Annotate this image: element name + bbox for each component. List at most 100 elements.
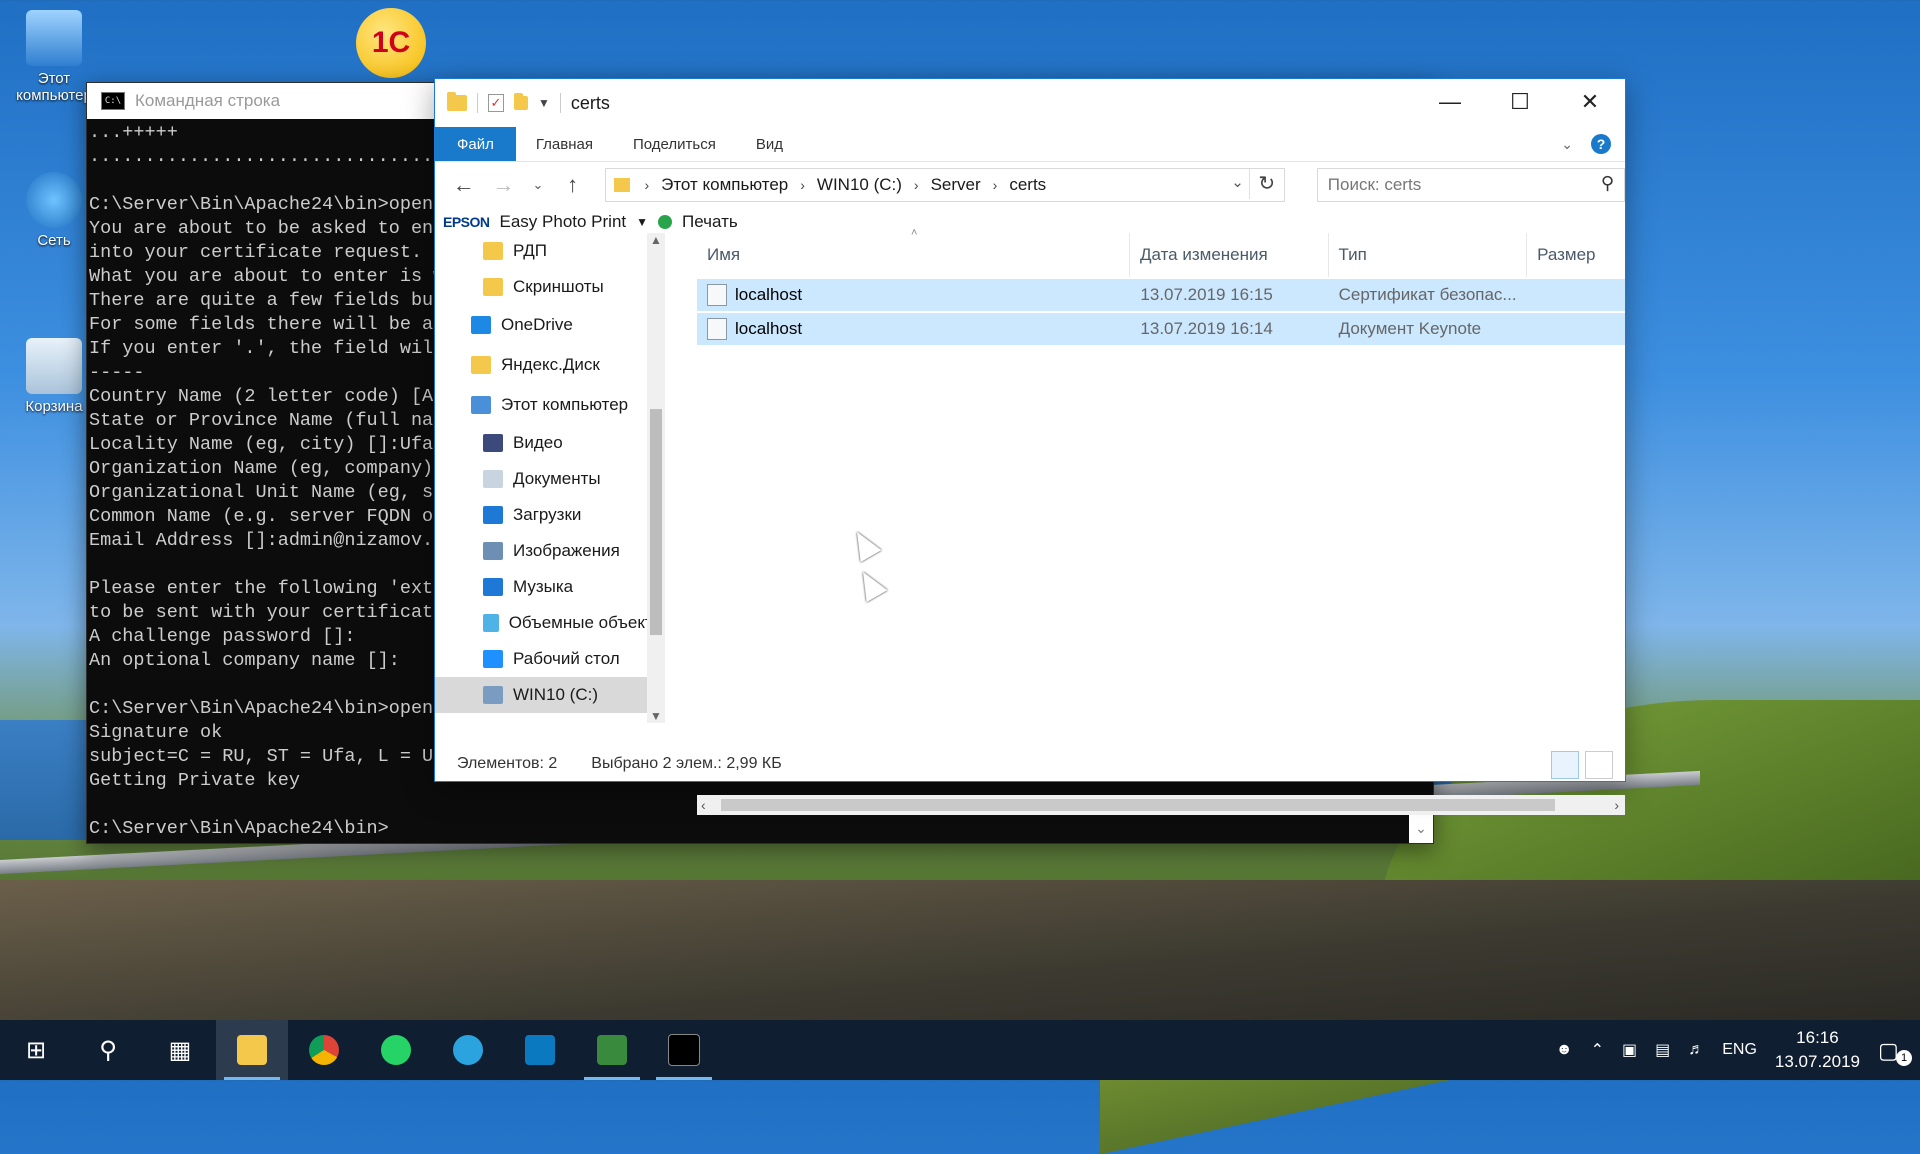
windows-logo-icon: ⊞ [25,1036,47,1064]
nav-item-label: Видео [513,433,563,452]
tab-file[interactable]: Файл [435,127,516,161]
horizontal-scrollbar[interactable]: ‹ › [697,795,1625,815]
file-type: Документ Keynote [1338,319,1482,338]
properties-icon[interactable]: ✓ [488,94,504,112]
column-size[interactable]: Размер [1527,233,1625,277]
volume-icon[interactable]: ♬ [1688,1041,1704,1059]
nav-item[interactable]: РДП [435,233,665,269]
epson-logo: EPSON [443,214,490,230]
language-indicator[interactable]: ENG [1722,1041,1757,1059]
taskbar-whatsapp[interactable] [360,1020,432,1080]
up-arrow-icon[interactable]: ↑ [556,172,590,198]
nav-item-label: Рабочий стол [513,649,620,668]
breadcrumb-certs[interactable]: certs [1003,175,1052,195]
expand-ribbon-icon[interactable]: ⌄ [1561,136,1573,153]
column-name[interactable]: Имя [697,233,1130,277]
chevron-up-icon[interactable]: ⌃ [1591,1040,1604,1060]
file-row[interactable]: localhost 13.07.2019 16:15 Сертификат безо… [697,279,1625,311]
taskbar-chrome[interactable] [288,1020,360,1080]
battery-icon[interactable]: ▣ [1622,1040,1637,1060]
forward-arrow-icon[interactable]: → [487,172,521,198]
nav-item[interactable]: Загрузки [435,497,665,533]
recycle-bin-icon [26,338,82,394]
nav-item[interactable]: Изображения [435,533,665,569]
address-bar[interactable]: › Этот компьютер › WIN10 (C:) › Server ›… [605,168,1285,202]
epson-easy-photo-print[interactable]: Easy Photo Print [500,212,627,232]
chevron-down-icon[interactable]: ⌄ [1231,173,1244,191]
cmd-scroll-down-arrow[interactable]: ⌄ [1409,813,1433,843]
refresh-icon[interactable]: ↻ [1248,169,1284,199]
epson-print-button[interactable]: Печать [682,212,738,232]
recent-locations-icon[interactable]: ⌄ [526,177,550,193]
nav-item[interactable]: Этот компьютер [435,385,665,425]
network-icon[interactable]: ▤ [1655,1040,1670,1060]
breadcrumb-this-pc[interactable]: Этот компьютер [655,175,794,195]
nav-item[interactable]: Документы [435,461,665,497]
customize-toolbar-icon[interactable]: ▼ [538,96,550,110]
chevron-right-icon[interactable]: › [908,177,925,193]
music-icon [483,578,503,596]
nav-item[interactable]: Видео [435,425,665,461]
nav-item[interactable]: WIN10 (C:) [435,677,665,713]
search-icon[interactable]: ⚲ [1601,173,1614,194]
people-icon[interactable]: ☻ [1556,1041,1573,1059]
minimize-button[interactable]: — [1415,79,1485,125]
nav-item-label: Музыка [513,577,574,596]
divider [477,93,478,113]
taskbar-cmd[interactable] [648,1020,720,1080]
start-button[interactable]: ⊞ [0,1020,72,1080]
nav-item-label: Объемные объекты [508,613,665,632]
action-center-button[interactable]: ▢ 1 [1878,1038,1912,1066]
tab-home[interactable]: Главная [516,127,613,161]
file-list[interactable]: ˄ Имя Дата изменения Тип Размер localhos… [697,227,1625,815]
large-icons-view-icon[interactable] [1585,751,1613,779]
nav-item[interactable]: OneDrive [435,305,665,345]
tab-share[interactable]: Поделиться [613,127,736,161]
taskbar-trello[interactable] [504,1020,576,1080]
scroll-left-icon[interactable]: ‹ [701,795,706,815]
nav-pane-scrollbar[interactable]: ▲ ▼ [647,233,665,723]
chevron-right-icon[interactable]: › [794,177,811,193]
clock[interactable]: 16:16 13.07.2019 [1775,1026,1860,1074]
search-input[interactable]: Поиск: certs ⚲ [1316,168,1626,202]
tab-view[interactable]: Вид [736,127,803,161]
file-explorer-icon [237,1035,267,1065]
column-date-modified[interactable]: Дата изменения [1130,233,1329,277]
navigation-pane[interactable]: РДП Скриншоты OneDrive Яндекс.Диск Этот комп… [435,233,665,723]
explorer-titlebar[interactable]: ✓ ▼ certs — ☐ ✕ [435,79,1625,127]
chevron-right-icon[interactable]: › [638,177,655,193]
column-type[interactable]: Тип [1329,233,1528,277]
explorer-window[interactable]: ✓ ▼ certs — ☐ ✕ Файл Главная Поделиться … [434,78,1626,815]
back-arrow-icon[interactable]: ← [447,172,481,198]
nav-item[interactable]: Рабочий стол [435,641,665,677]
chevron-right-icon[interactable]: › [987,177,1004,193]
scroll-down-icon[interactable]: ▼ [647,709,665,723]
breadcrumb-drive[interactable]: WIN10 (C:) [811,175,908,195]
task-view-icon: ▦ [168,1036,192,1064]
new-folder-icon[interactable] [514,93,528,110]
nav-item[interactable]: Яндекс.Диск [435,345,665,385]
help-icon[interactable]: ? [1591,134,1611,154]
taskbar-explorer[interactable] [216,1020,288,1080]
file-type: Сертификат безопас... [1338,285,1517,304]
taskbar-spreadsheet[interactable] [576,1020,648,1080]
search-icon: ⚲ [99,1036,117,1064]
drive-icon [483,686,503,704]
close-button[interactable]: ✕ [1555,79,1625,125]
chevron-down-icon[interactable]: ▼ [636,215,648,229]
quick-access-toolbar: ✓ ▼ [435,92,561,113]
onec-shortcut-icon[interactable]: 1С [356,8,426,78]
file-row[interactable]: localhost 13.07.2019 16:14 Документ Keynot… [697,313,1625,345]
scroll-right-icon[interactable]: › [1614,795,1619,815]
task-view-button[interactable]: ▦ [144,1020,216,1080]
breadcrumb-server[interactable]: Server [925,175,987,195]
nav-item[interactable]: Объемные объекты [435,605,665,641]
scroll-thumb[interactable] [721,799,1555,811]
taskbar-telegram[interactable] [432,1020,504,1080]
maximize-button[interactable]: ☐ [1485,79,1555,125]
nav-item[interactable]: Скриншоты [435,269,665,305]
search-button[interactable]: ⚲ [72,1020,144,1080]
details-view-icon[interactable] [1551,751,1579,779]
scroll-thumb[interactable] [650,409,662,635]
nav-item[interactable]: Музыка [435,569,665,605]
